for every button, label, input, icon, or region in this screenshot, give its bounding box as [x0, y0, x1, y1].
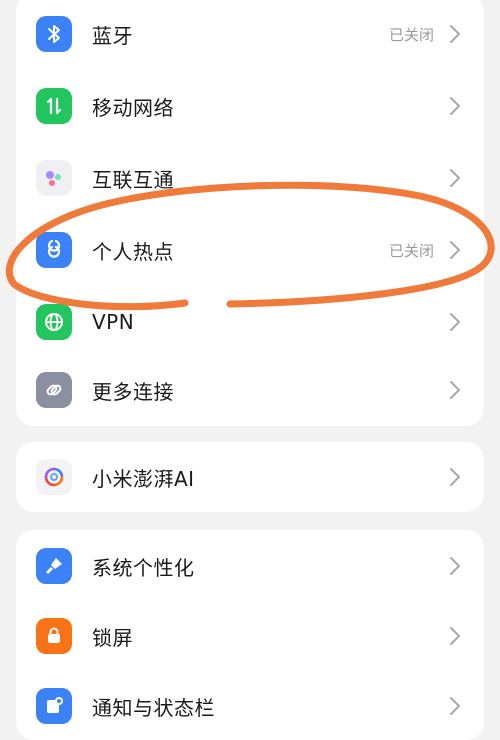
hyperos-ai-row[interactable]: 小米澎湃AI — [16, 442, 484, 512]
hyperos-ai-label: 小米澎湃AI — [92, 466, 195, 491]
hyperos-ai-icon — [36, 459, 72, 495]
personalization-brush-icon — [36, 548, 72, 584]
notification-row[interactable]: 通知与状态栏 — [16, 670, 484, 740]
bluetooth-icon — [36, 16, 72, 52]
vpn-row[interactable]: VPN — [16, 286, 484, 358]
chevron-right-icon — [448, 380, 462, 400]
bluetooth-row[interactable]: 蓝牙 已关闭 — [16, 0, 484, 70]
lock-screen-row[interactable]: 锁屏 — [16, 600, 484, 672]
mobile-data-icon — [36, 88, 72, 124]
chevron-right-icon — [448, 626, 462, 646]
hotspot-icon — [36, 232, 72, 268]
chevron-right-icon — [448, 556, 462, 576]
chevron-right-icon — [448, 312, 462, 332]
notification-label: 通知与状态栏 — [92, 695, 215, 720]
hotspot-row[interactable]: 个人热点 已关闭 — [16, 214, 484, 286]
mobile-network-label: 移动网络 — [92, 95, 174, 120]
interconnect-row[interactable]: 互联互通 — [16, 142, 484, 214]
vpn-label: VPN — [92, 310, 135, 334]
chevron-right-icon — [448, 240, 462, 260]
mobile-network-row[interactable]: 移动网络 — [16, 70, 484, 142]
notification-icon — [36, 688, 72, 724]
hotspot-status: 已关闭 — [388, 241, 434, 260]
bluetooth-label: 蓝牙 — [92, 23, 133, 48]
personalization-row[interactable]: 系统个性化 — [16, 530, 484, 602]
chevron-right-icon — [448, 696, 462, 716]
interconnect-label: 互联互通 — [92, 167, 174, 192]
lock-screen-label: 锁屏 — [92, 625, 133, 650]
bluetooth-status: 已关闭 — [388, 25, 434, 44]
hotspot-label: 个人热点 — [92, 239, 174, 264]
chevron-right-icon — [448, 168, 462, 188]
connectivity-card: 蓝牙 已关闭 移动网络 互联互通 个人热点 已关闭 VPN 更多连接 — [16, 0, 484, 426]
personalization-label: 系统个性化 — [92, 555, 195, 580]
chevron-right-icon — [448, 96, 462, 116]
more-connections-row[interactable]: 更多连接 — [16, 354, 484, 426]
lock-icon — [36, 618, 72, 654]
system-card: 系统个性化 锁屏 通知与状态栏 — [16, 530, 484, 740]
interconnect-icon — [36, 160, 72, 196]
more-connections-label: 更多连接 — [92, 379, 174, 404]
ai-card: 小米澎湃AI — [16, 442, 484, 512]
chevron-right-icon — [448, 467, 462, 487]
link-icon — [36, 372, 72, 408]
vpn-globe-icon — [36, 304, 72, 340]
chevron-right-icon — [448, 24, 462, 44]
